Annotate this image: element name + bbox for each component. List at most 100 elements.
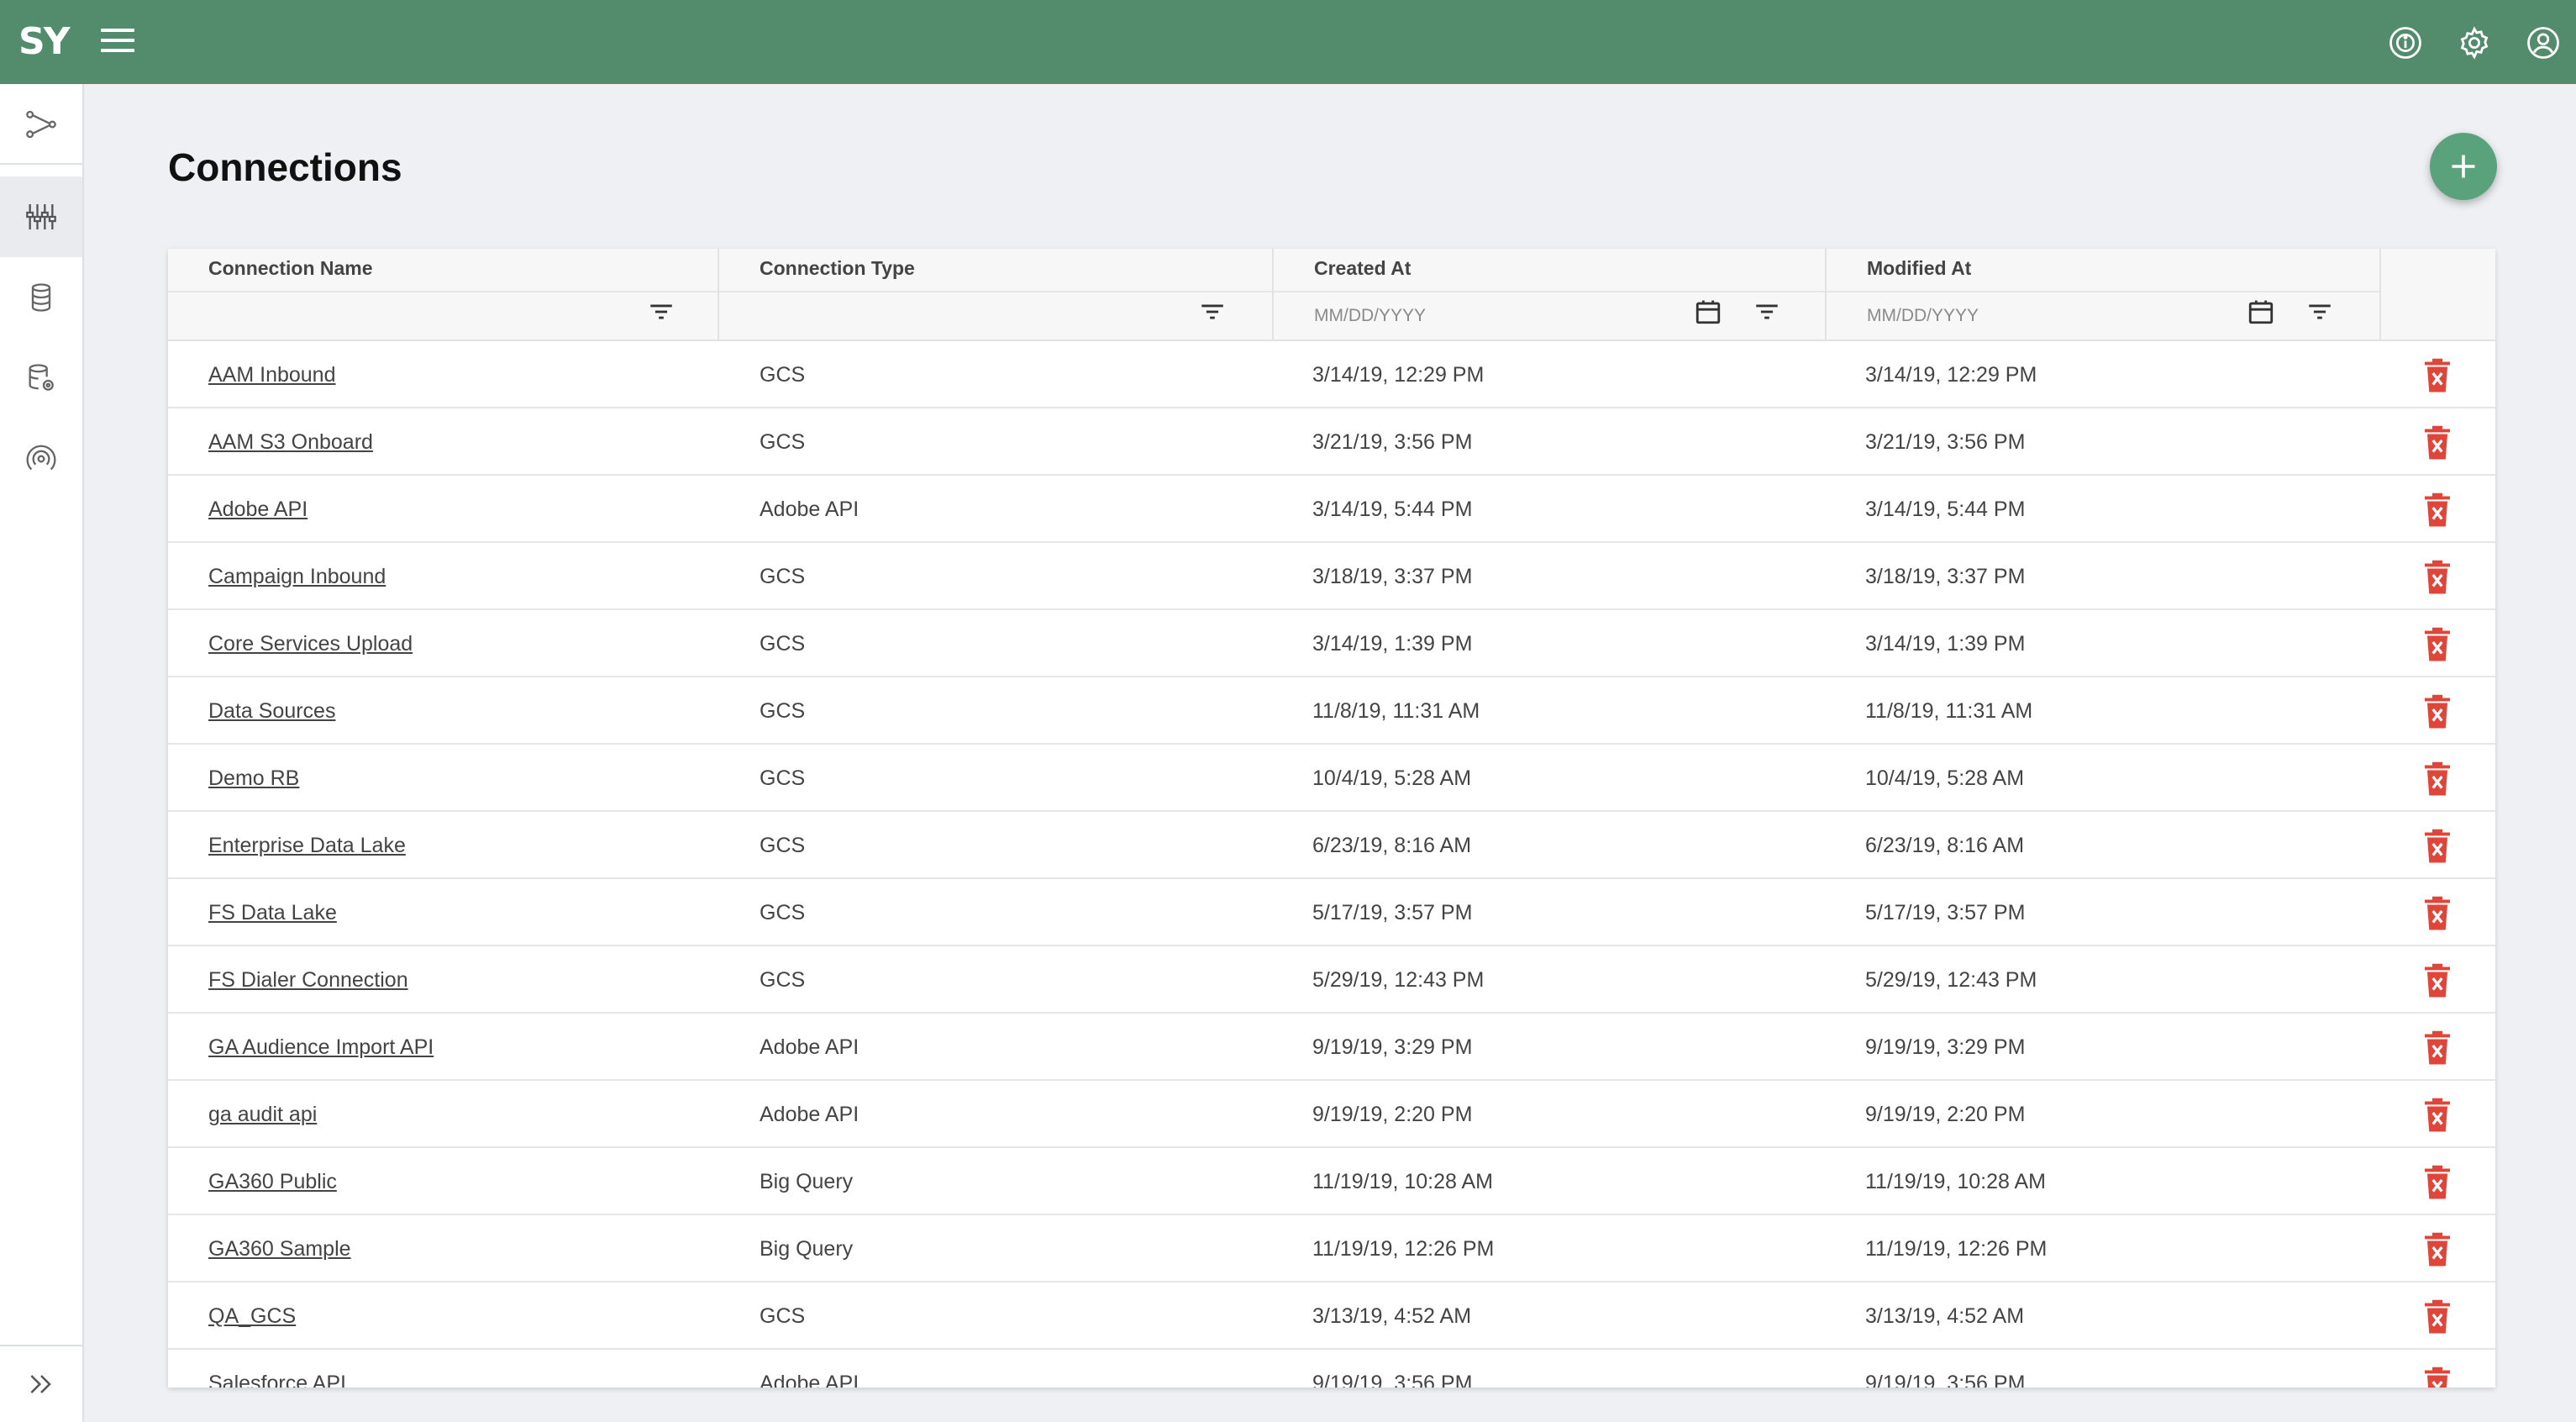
column-header-modified[interactable]: Modified At (1827, 249, 2381, 341)
modified-at-cell: 5/17/19, 3:57 PM (1865, 901, 2026, 924)
connection-name-cell: GA Audience Import API (208, 1014, 434, 1081)
connection-name-link[interactable]: Demo RB (208, 766, 299, 790)
sidebar (0, 84, 84, 1422)
created-at-cell: 3/21/19, 3:56 PM (1312, 430, 1473, 454)
delete-icon[interactable] (2422, 761, 2452, 796)
table-row: Campaign Inbound GCS 3/18/19, 3:37 PM 3/18/… (168, 543, 2495, 610)
created-date-input[interactable] (1314, 292, 1617, 340)
connection-type-cell: Adobe API (760, 1372, 860, 1388)
sliders-icon (26, 204, 56, 229)
column-header-actions (2381, 249, 2495, 341)
table-row: Salesforce API Adobe API 9/19/19, 3:56 PM 9… (168, 1350, 2495, 1388)
connection-name-link[interactable]: FS Data Lake (208, 901, 337, 924)
connection-name-link[interactable]: QA_GCS (208, 1304, 296, 1328)
sidebar-item-pipelines[interactable] (0, 84, 82, 165)
connection-type-cell: GCS (760, 632, 806, 656)
modified-at-cell: 3/13/19, 4:52 AM (1865, 1304, 2025, 1328)
connection-name-link[interactable]: Data Sources (208, 699, 335, 723)
connection-name-cell: GA360 Sample (208, 1215, 351, 1282)
top-app-bar: SY (0, 0, 2576, 84)
connection-name-link[interactable]: Core Services Upload (208, 632, 413, 656)
modified-at-cell: 9/19/19, 3:29 PM (1865, 1035, 2026, 1059)
delete-icon[interactable] (2422, 1098, 2452, 1132)
delete-icon[interactable] (2422, 358, 2452, 392)
modified-at-cell: 9/19/19, 2:20 PM (1865, 1103, 2026, 1126)
column-header-type[interactable]: Connection Type (719, 249, 1274, 341)
created-at-cell: 5/17/19, 3:57 PM (1312, 901, 1473, 924)
sidebar-item-broadcast[interactable] (0, 419, 82, 499)
double-chevron-right-icon (30, 1375, 51, 1393)
connection-name-link[interactable]: Adobe API (208, 498, 308, 521)
sidebar-expand-button[interactable] (0, 1346, 82, 1422)
sidebar-item-database-settings[interactable] (0, 338, 82, 419)
modified-at-cell: 11/19/19, 10:28 AM (1865, 1170, 2046, 1193)
table-row: AAM S3 Onboard GCS 3/21/19, 3:56 PM 3/21/19… (168, 408, 2495, 476)
delete-icon[interactable] (2422, 560, 2452, 594)
connection-name-link[interactable]: GA360 Public (208, 1170, 337, 1193)
plus-icon (2452, 155, 2475, 178)
connection-name-cell: ga audit api (208, 1081, 317, 1148)
delete-icon[interactable] (2422, 694, 2452, 729)
connection-name-cell: Campaign Inbound (208, 543, 386, 610)
connection-type-cell: GCS (760, 968, 806, 992)
connection-name-link[interactable]: GA360 Sample (208, 1237, 351, 1261)
delete-icon[interactable] (2422, 425, 2452, 460)
connection-name-link[interactable]: Enterprise Data Lake (208, 834, 406, 857)
sidebar-item-database[interactable] (0, 257, 82, 338)
menu-icon[interactable] (101, 29, 134, 55)
table-row: GA Audience Import API Adobe API 9/19/19, … (168, 1014, 2495, 1081)
app-logo[interactable]: SY (18, 22, 71, 62)
filter-icon[interactable] (2305, 298, 2334, 326)
connection-name-cell: Data Sources (208, 677, 335, 745)
connection-name-cell: FS Dialer Connection (208, 946, 408, 1014)
delete-icon[interactable] (2422, 896, 2452, 930)
created-at-cell: 9/19/19, 3:29 PM (1312, 1035, 1473, 1059)
delete-icon[interactable] (2422, 1030, 2452, 1065)
filter-icon[interactable] (1753, 298, 1781, 326)
delete-icon[interactable] (2422, 1299, 2452, 1334)
page-title: Connections (168, 145, 402, 189)
connection-name-link[interactable]: GA Audience Import API (208, 1035, 434, 1059)
modified-at-cell: 11/8/19, 11:31 AM (1865, 699, 2033, 723)
column-header-name[interactable]: Connection Name (168, 249, 719, 341)
created-at-cell: 3/14/19, 1:39 PM (1312, 632, 1473, 656)
connection-name-link[interactable]: Salesforce API (208, 1372, 346, 1388)
settings-gear-icon[interactable] (2457, 25, 2492, 61)
delete-icon[interactable] (2422, 1367, 2452, 1388)
add-connection-button[interactable] (2430, 133, 2497, 200)
delete-icon[interactable] (2422, 1165, 2452, 1199)
table-row: Core Services Upload GCS 3/14/19, 1:39 PM 3… (168, 610, 2495, 677)
connection-name-link[interactable]: Campaign Inbound (208, 565, 386, 588)
connection-name-link[interactable]: FS Dialer Connection (208, 968, 408, 992)
delete-icon[interactable] (2422, 492, 2452, 527)
created-at-cell: 3/18/19, 3:37 PM (1312, 565, 1473, 588)
connection-name-link[interactable]: ga audit api (208, 1103, 317, 1126)
table-row: ga audit api Adobe API 9/19/19, 2:20 PM 9/1… (168, 1081, 2495, 1148)
modified-at-cell: 11/19/19, 12:26 PM (1865, 1237, 2048, 1261)
info-icon[interactable] (2388, 25, 2423, 61)
name-filter-input[interactable] (208, 292, 593, 340)
account-icon[interactable] (2526, 25, 2561, 61)
created-at-cell: 9/19/19, 2:20 PM (1312, 1103, 1473, 1126)
delete-icon[interactable] (2422, 1232, 2452, 1267)
connection-name-cell: FS Data Lake (208, 879, 337, 946)
connections-table: Connection Name Connection Type Created … (168, 249, 2495, 1388)
connection-name-link[interactable]: AAM S3 Onboard (208, 430, 373, 454)
modified-at-cell: 3/14/19, 5:44 PM (1865, 498, 2026, 521)
created-at-cell: 3/14/19, 12:29 PM (1312, 363, 1485, 387)
delete-icon[interactable] (2422, 829, 2452, 863)
connection-name-cell: Enterprise Data Lake (208, 812, 406, 879)
delete-icon[interactable] (2422, 627, 2452, 661)
connection-name-link[interactable]: AAM Inbound (208, 363, 336, 387)
type-filter-input[interactable] (760, 292, 1147, 340)
modified-date-input[interactable] (1867, 292, 2171, 340)
calendar-icon[interactable] (2247, 298, 2275, 326)
created-at-cell: 9/19/19, 3:56 PM (1312, 1372, 1473, 1388)
delete-icon[interactable] (2422, 963, 2452, 998)
created-at-cell: 3/14/19, 5:44 PM (1312, 498, 1473, 521)
calendar-icon[interactable] (1694, 298, 1722, 326)
sidebar-item-connections[interactable] (0, 176, 82, 257)
filter-icon[interactable] (647, 298, 676, 326)
filter-icon[interactable] (1198, 298, 1227, 326)
column-header-created[interactable]: Created At (1274, 249, 1827, 341)
